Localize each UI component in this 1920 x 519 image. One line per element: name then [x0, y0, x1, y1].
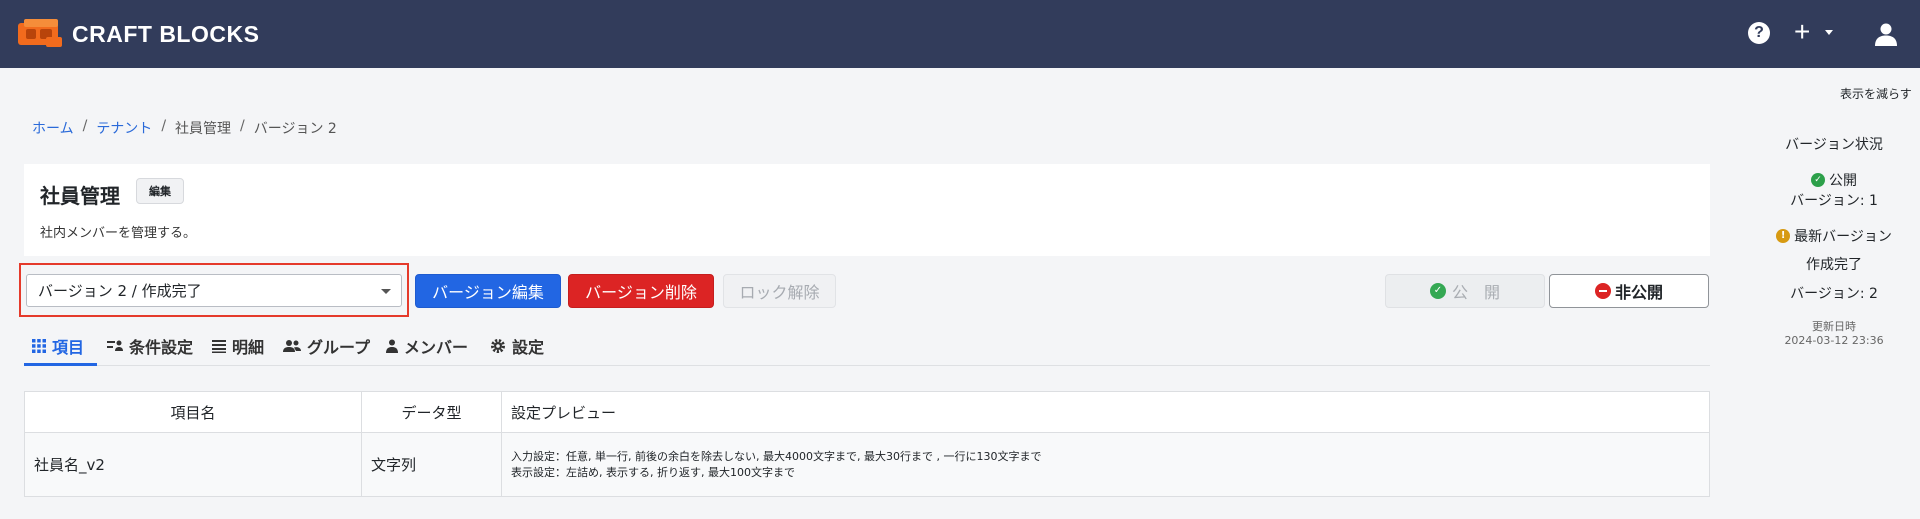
show-less-link[interactable]: 表示を減らす	[1840, 85, 1912, 102]
published-label: 公開	[1829, 173, 1857, 189]
app-title-card: 社員管理 編集 社内メンバーを管理する。	[24, 164, 1710, 256]
brand-logo[interactable]: CRAFT BLOCKS	[16, 17, 259, 51]
active-tab-indicator	[24, 363, 97, 366]
warning-circle-icon: !	[1776, 229, 1791, 243]
table-row[interactable]: 社員名_v2 文字列 入力設定：任意, 単一行, 前後の余白を除去しない, 最大…	[24, 432, 1710, 497]
delete-version-button[interactable]: バージョン削除	[568, 274, 714, 308]
tab-label: グループ	[307, 338, 371, 357]
breadcrumb-separator: /	[240, 118, 245, 134]
user-icon	[386, 339, 398, 353]
unpublish-label: 非公開	[1614, 283, 1663, 302]
check-circle-icon: ✓	[1811, 173, 1825, 187]
tab-bar: 項目 条件設定 明細 グループ メンバー 設定	[24, 328, 1710, 366]
page-description: 社内メンバーを管理する。	[40, 226, 197, 241]
breadcrumb-version: バージョン 2	[253, 121, 337, 137]
breadcrumb-app: 社員管理	[175, 121, 232, 137]
item-name-cell: 社員名_v2	[24, 432, 362, 497]
page-title: 社員管理	[40, 184, 120, 208]
craft-blocks-logo-icon	[18, 19, 62, 47]
breadcrumb-home[interactable]: ホーム	[32, 118, 74, 138]
unlock-button[interactable]: ロック解除	[723, 274, 836, 308]
latest-version: バージョン: 2	[1790, 286, 1878, 302]
minus-circle-icon	[1594, 283, 1611, 299]
gear-icon	[490, 338, 506, 354]
breadcrumb-tenant[interactable]: テナント	[96, 118, 152, 138]
user-icon[interactable]	[1874, 22, 1898, 46]
latest-label: 最新バージョン	[1794, 229, 1892, 245]
item-type-cell: 文字列	[361, 432, 502, 497]
unpublish-button[interactable]: 非公開	[1549, 274, 1709, 308]
filter-user-icon	[107, 339, 123, 353]
column-header-type: データ型	[361, 391, 502, 433]
users-icon	[283, 339, 301, 353]
version-select-highlight: バージョン 2 / 作成完了	[19, 263, 409, 317]
latest-status: 作成完了	[1806, 257, 1862, 273]
item-preview-cell: 入力設定：任意, 単一行, 前後の余白を除去しない, 最大4000文字まで, 最…	[501, 432, 1710, 497]
breadcrumb: ホーム / テナント / 社員管理 / バージョン 2	[32, 118, 337, 138]
tab-conditions[interactable]: 条件設定	[107, 334, 193, 358]
version-select-value: バージョン 2 / 作成完了	[38, 282, 202, 300]
column-header-name: 項目名	[24, 391, 362, 433]
chevron-down-icon	[381, 289, 391, 294]
tab-label: メンバー	[404, 338, 469, 357]
items-table: 項目名 データ型 設定プレビュー 社員名_v2 文字列 入力設定：任意, 単一行…	[24, 391, 1710, 497]
breadcrumb-separator: /	[161, 118, 167, 134]
display-settings-preview: 表示設定：左詰め, 表示する, 折り返す, 最大100文字まで	[511, 465, 795, 479]
published-version: バージョン: 1	[1790, 193, 1878, 209]
tab-details[interactable]: 明細	[212, 334, 264, 358]
tab-label: 条件設定	[129, 338, 194, 357]
tab-groups[interactable]: グループ	[283, 334, 370, 358]
tab-label: 項目	[52, 338, 85, 357]
publish-label: 公 開	[1451, 283, 1500, 302]
latest-version-status: ! 最新バージョン	[1760, 226, 1908, 246]
brand-name: CRAFT BLOCKS	[72, 20, 260, 47]
input-settings-preview: 入力設定：任意, 単一行, 前後の余白を除去しない, 最大4000文字まで, 最…	[511, 449, 1042, 463]
breadcrumb-separator: /	[82, 118, 88, 134]
tab-items[interactable]: 項目	[32, 334, 84, 358]
version-select[interactable]: バージョン 2 / 作成完了	[26, 274, 402, 307]
published-status: ✓ 公開	[1760, 170, 1908, 190]
tab-label: 設定	[512, 338, 545, 357]
column-header-preview: 設定プレビュー	[501, 391, 1710, 433]
tab-members[interactable]: メンバー	[386, 334, 468, 358]
updated-at: 2024-03-12 23:36	[1784, 334, 1884, 347]
publish-button[interactable]: ✓ 公 開	[1385, 274, 1545, 308]
tab-label: 明細	[232, 338, 265, 357]
version-status-heading: バージョン状況	[1785, 137, 1883, 153]
plus-icon[interactable]: +	[1794, 18, 1810, 46]
edit-version-button[interactable]: バージョン編集	[415, 274, 561, 308]
list-icon	[212, 339, 226, 353]
edit-title-button[interactable]: 編集	[136, 178, 184, 204]
grid-icon	[32, 339, 46, 353]
question-circle-icon[interactable]: ?	[1748, 22, 1770, 44]
top-navbar: CRAFT BLOCKS ? +	[0, 0, 1920, 68]
table-header-row: 項目名 データ型 設定プレビュー	[24, 391, 1710, 433]
tab-settings[interactable]: 設定	[490, 334, 544, 358]
chevron-down-icon[interactable]	[1825, 30, 1833, 35]
check-circle-icon: ✓	[1429, 283, 1446, 299]
updated-label: 更新日時	[1812, 320, 1856, 333]
